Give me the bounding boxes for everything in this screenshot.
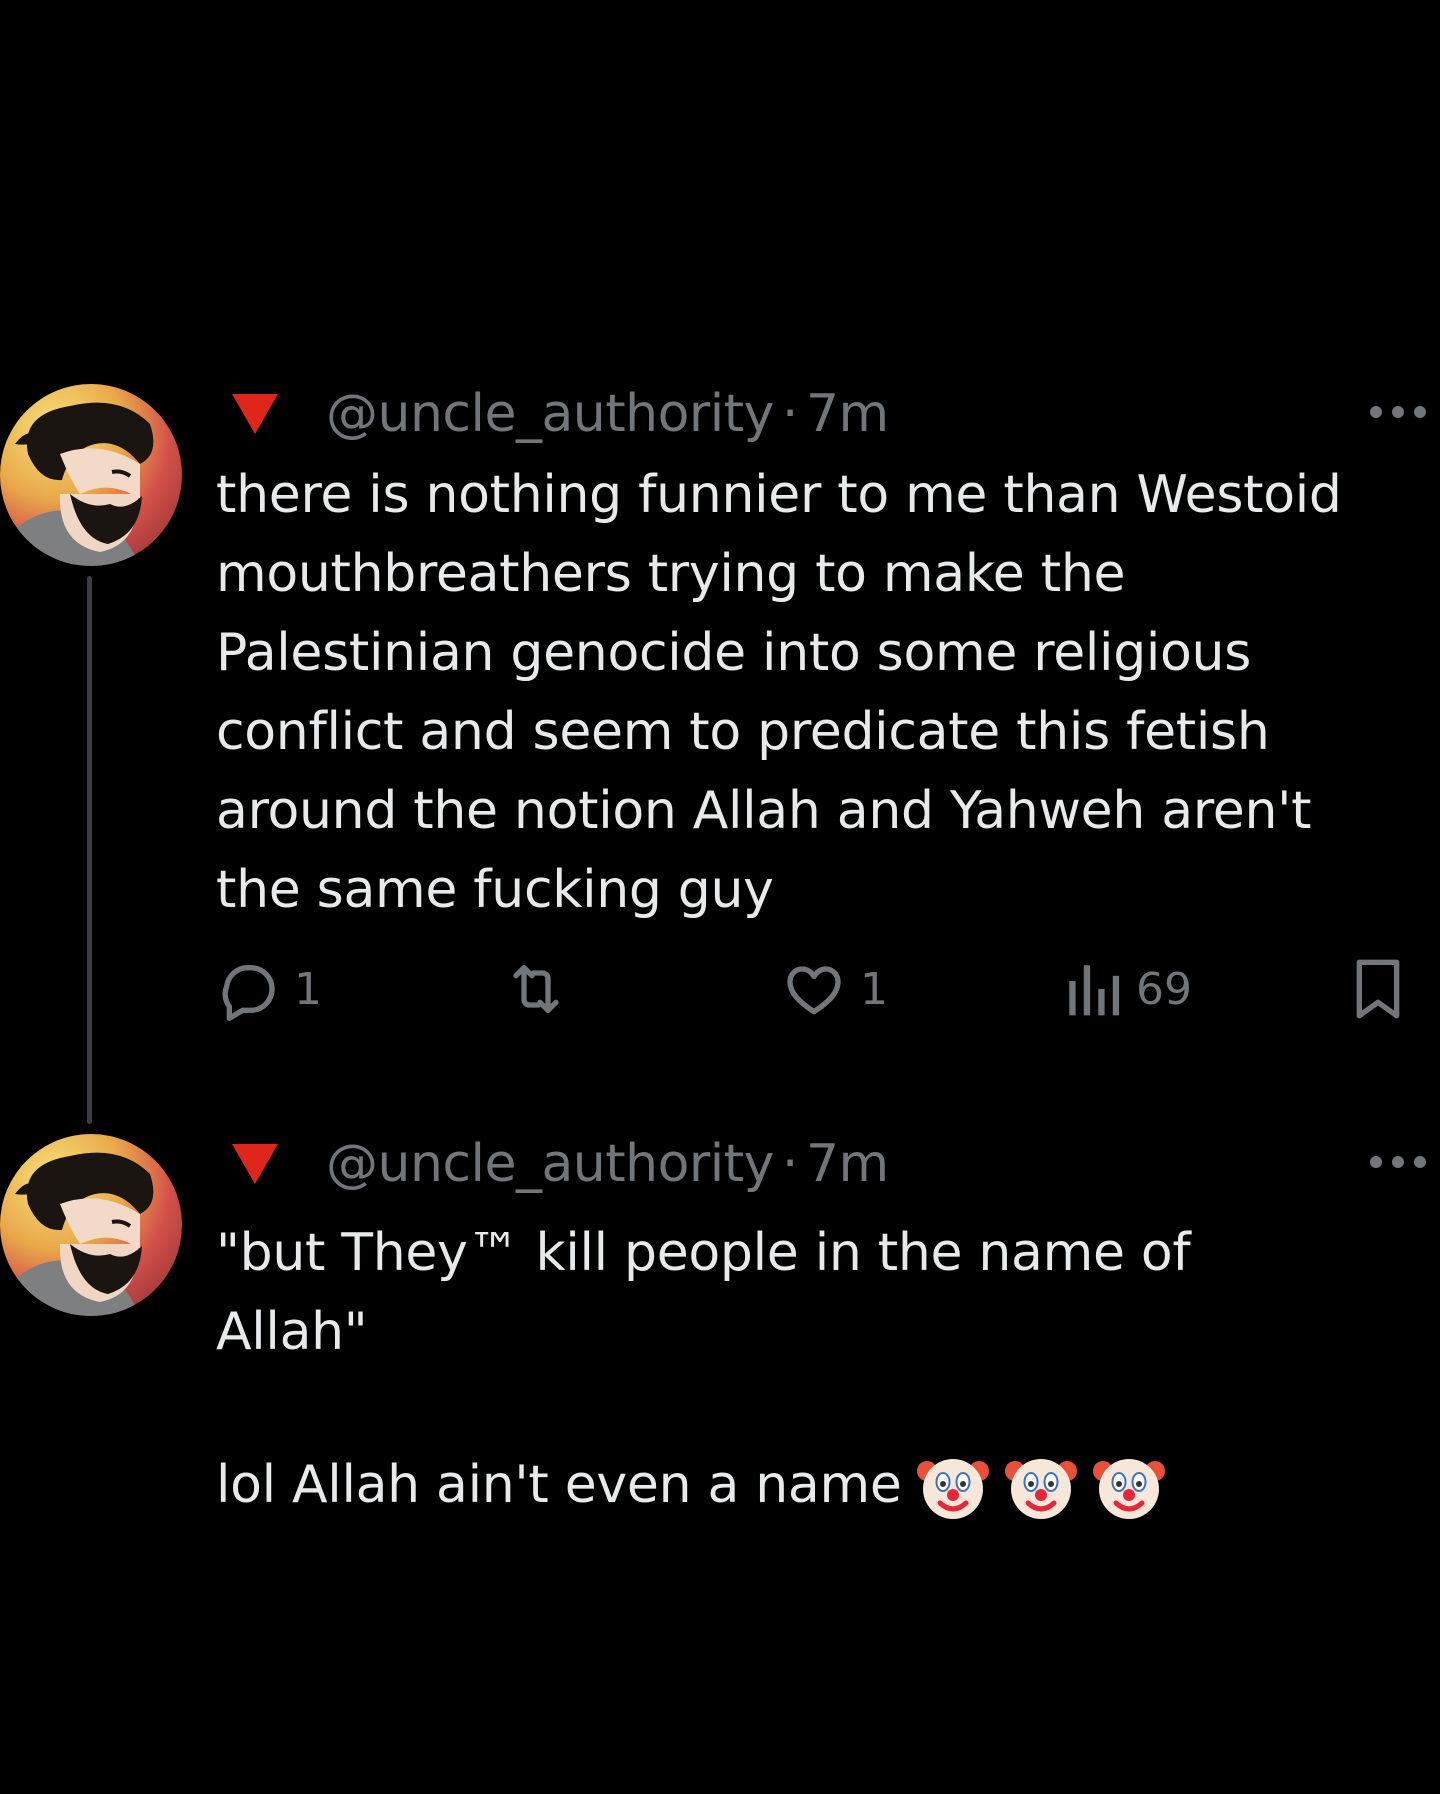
- tweet-text-line: lol Allah ain't even a name: [216, 1455, 902, 1515]
- bookmark-button[interactable]: [1350, 954, 1406, 1024]
- reply-button[interactable]: 1: [216, 954, 322, 1024]
- timestamp[interactable]: 7m: [806, 1134, 889, 1194]
- separator: ·: [781, 1134, 799, 1194]
- avatar[interactable]: [0, 384, 182, 566]
- tweet-header: @uncle_authority · 7m: [230, 1134, 889, 1194]
- clown-face-icon: [1004, 1449, 1078, 1523]
- like-count: 1: [860, 963, 888, 1015]
- views-icon: [1064, 957, 1122, 1021]
- more-dots-icon[interactable]: [1368, 400, 1428, 424]
- avatar[interactable]: [0, 1134, 182, 1316]
- clown-face-icon: [916, 1449, 990, 1523]
- avatar-image: [0, 1134, 182, 1316]
- heart-icon: [782, 957, 846, 1021]
- clown-face-icon: [1092, 1449, 1166, 1523]
- reply-count: 1: [294, 963, 322, 1015]
- tweet-text-last-line: lol Allah ain't even a name: [216, 1446, 1166, 1525]
- separator: ·: [781, 384, 799, 444]
- view-count: 69: [1136, 963, 1192, 1015]
- reply-icon: [216, 957, 280, 1021]
- timestamp[interactable]: 7m: [806, 384, 889, 444]
- tweet-text: there is nothing funnier to me than West…: [216, 465, 1342, 920]
- tweet-text: "but They™ kill people in the name of Al…: [216, 1223, 1191, 1362]
- author-handle[interactable]: @uncle_authority: [326, 384, 774, 444]
- author-handle[interactable]: @uncle_authority: [326, 1134, 774, 1194]
- like-button[interactable]: 1: [782, 954, 888, 1024]
- repost-button[interactable]: [504, 954, 582, 1024]
- repost-icon: [504, 957, 568, 1021]
- tweet-actions: 1 1 69: [216, 954, 1406, 1024]
- avatar-image: [0, 384, 182, 566]
- red-triangle-down-icon: [230, 392, 280, 436]
- more-dots-icon[interactable]: [1368, 1150, 1428, 1174]
- views-button[interactable]: 69: [1064, 954, 1192, 1024]
- tweet-header: @uncle_authority · 7m: [230, 384, 889, 444]
- red-triangle-down-icon: [230, 1142, 280, 1186]
- bookmark-icon: [1350, 957, 1406, 1021]
- thread-connector-line: [87, 576, 92, 1124]
